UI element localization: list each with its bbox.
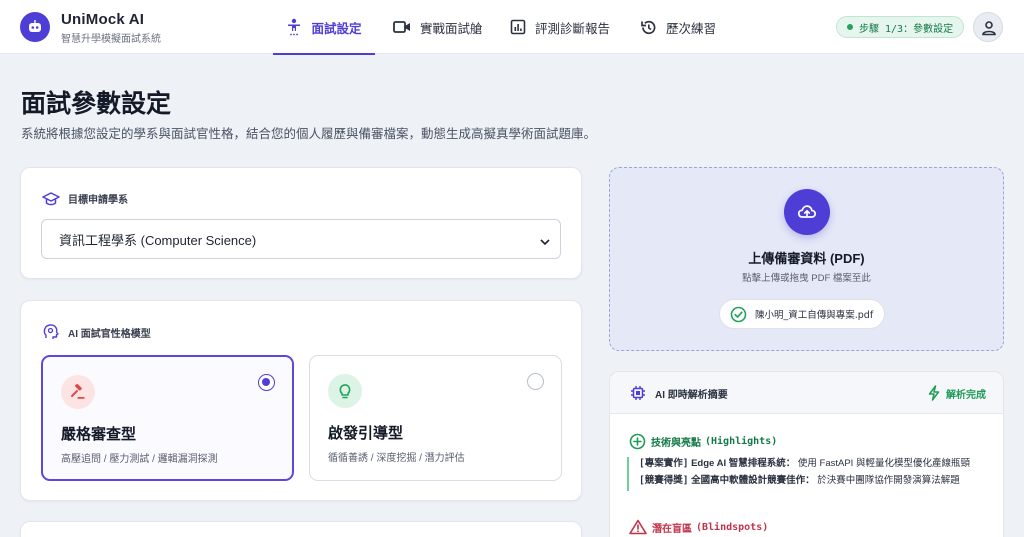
robot-icon (20, 12, 50, 42)
list-item: [競賽得獎] 全國高中軟體設計競賽佳作： 於決賽中團隊協作開發演算法解題 (639, 474, 989, 488)
upload-hint: 點擊上傳或拖曳 PDF 檔案至此 (742, 273, 871, 284)
summary-status: 解析完成 (928, 385, 986, 401)
department-card: 目標申請學系 資訊工程學系 (Computer Science) (20, 167, 582, 279)
highlight-text: 使用 FastAPI 與輕量化模型優化產線瓶頸 (797, 458, 970, 469)
blindspots-title-en: (Blindspots) (696, 521, 769, 533)
app-title: UniMock AI (61, 11, 145, 28)
step-badge: 步驟 1/3：參數設定 (836, 16, 965, 38)
summary-title-text: AI 即時解析摘要 (655, 389, 728, 401)
brain-icon (42, 323, 60, 341)
warning-icon (629, 519, 647, 535)
option-tags: 循循善誘 / 深度挖掘 / 潛力評估 (328, 453, 465, 464)
department-label: 目標申請學系 (42, 191, 128, 206)
upload-dropzone[interactable]: 上傳備審資料 (PDF) 點擊上傳或拖曳 PDF 檔案至此 陳小明_資工自傳與專… (609, 167, 1004, 351)
option-title: 啟發引導型 (328, 425, 404, 442)
user-icon (982, 21, 996, 36)
person-icon (286, 18, 302, 36)
tab-report[interactable]: 評測診斷報告 (510, 0, 610, 54)
uploaded-file-chip[interactable]: 陳小明_資工自傳與專案.pdf (719, 299, 886, 329)
highlights-title-en: (Highlights) (705, 436, 778, 447)
highlights-title: 技術與亮點 (651, 438, 701, 449)
lightning-icon (928, 385, 940, 401)
tab-label: 面試設定 (311, 21, 362, 36)
cpu-icon (630, 385, 646, 401)
gavel-icon (61, 375, 95, 409)
tab-label: 歷次練習 (666, 21, 717, 36)
step-badge-label: 步驟 1/3：參數設定 (859, 23, 954, 35)
highlight-key: Edge AI 智慧排程系統： (691, 458, 796, 469)
blindspots-heading: 潛在盲區 (Blindspots) (629, 519, 768, 535)
option-title: 嚴格審查型 (61, 426, 137, 443)
graduation-cap-icon (42, 191, 60, 206)
upload-cloud-icon (784, 189, 830, 235)
next-settings-card (20, 521, 582, 537)
top-header: UniMock AI 智慧升學模擬面試系統 面試設定 實戰面試艙 評測診斷報告 … (0, 0, 1024, 55)
upload-title: 上傳備審資料 (PDF) (748, 251, 865, 266)
highlights-list: [專案實作] Edge AI 智慧排程系統： 使用 FastAPI 與輕量化模型… (627, 457, 989, 491)
uploaded-file-name: 陳小明_資工自傳與專案.pdf (755, 310, 874, 321)
highlight-text: 於決賽中團隊協作開發演算法解題 (817, 475, 960, 486)
option-radio[interactable] (527, 373, 544, 390)
department-label-text: 目標申請學系 (68, 195, 128, 206)
interviewer-label: AI 面試官性格模型 (42, 323, 151, 341)
blindspots-title: 潛在盲區 (652, 523, 692, 535)
highlights-heading: 技術與亮點 (Highlights) (629, 433, 777, 450)
department-selected-value: 資訊工程學系 (Computer Science) (59, 232, 257, 248)
option-radio[interactable] (258, 374, 275, 391)
department-select[interactable]: 資訊工程學系 (Computer Science) (41, 219, 561, 259)
ai-summary-panel: AI 即時解析摘要 解析完成 技術與亮點 (Highlights) [專案實作]… (609, 371, 1004, 537)
summary-title: AI 即時解析摘要 (630, 385, 728, 401)
lightbulb-icon (328, 374, 362, 408)
tab-history[interactable]: 歷次練習 (640, 0, 716, 54)
tab-label: 實戰面試艙 (420, 21, 483, 36)
interviewer-label-text: AI 面試官性格模型 (68, 328, 151, 340)
page-title: 面試參數設定 (21, 90, 172, 118)
chart-icon (510, 19, 526, 35)
highlight-tag: [競賽得獎] (639, 475, 689, 486)
option-strict-review[interactable]: 嚴格審查型 高壓追問 / 壓力測試 / 邏輯漏洞探測 (41, 355, 294, 481)
tab-label: 評測診斷報告 (535, 21, 611, 36)
option-guided-inspiration[interactable]: 啟發引導型 循循善誘 / 深度挖掘 / 潛力評估 (309, 355, 562, 481)
tab-interview-settings[interactable]: 面試設定 (273, 0, 375, 55)
chevron-down-icon (540, 234, 550, 249)
highlight-tag: [專案實作] (639, 458, 689, 469)
page-description: 系統將根據您設定的學系與面試官性格，結合您的個人履歷與備審檔案，動態生成高擬真學… (21, 127, 597, 141)
video-icon (393, 20, 411, 34)
app-subtitle: 智慧升學模擬面試系統 (61, 34, 161, 45)
history-icon (640, 19, 657, 36)
list-item: [專案實作] Edge AI 智慧排程系統： 使用 FastAPI 與輕量化模型… (639, 457, 989, 471)
option-tags: 高壓追問 / 壓力測試 / 邏輯漏洞探測 (61, 454, 218, 465)
highlight-key: 全國高中軟體設計競賽佳作： (691, 475, 815, 486)
user-button[interactable] (973, 12, 1003, 42)
interviewer-card: AI 面試官性格模型 嚴格審查型 高壓追問 / 壓力測試 / 邏輯漏洞探測 啟發… (20, 300, 582, 501)
tab-interview-room[interactable]: 實戰面試艙 (393, 0, 483, 54)
check-circle-icon (730, 306, 747, 323)
plus-circle-icon (629, 433, 646, 450)
summary-header: AI 即時解析摘要 解析完成 (610, 372, 1003, 414)
summary-status-text: 解析完成 (946, 389, 986, 401)
status-dot (847, 24, 853, 30)
